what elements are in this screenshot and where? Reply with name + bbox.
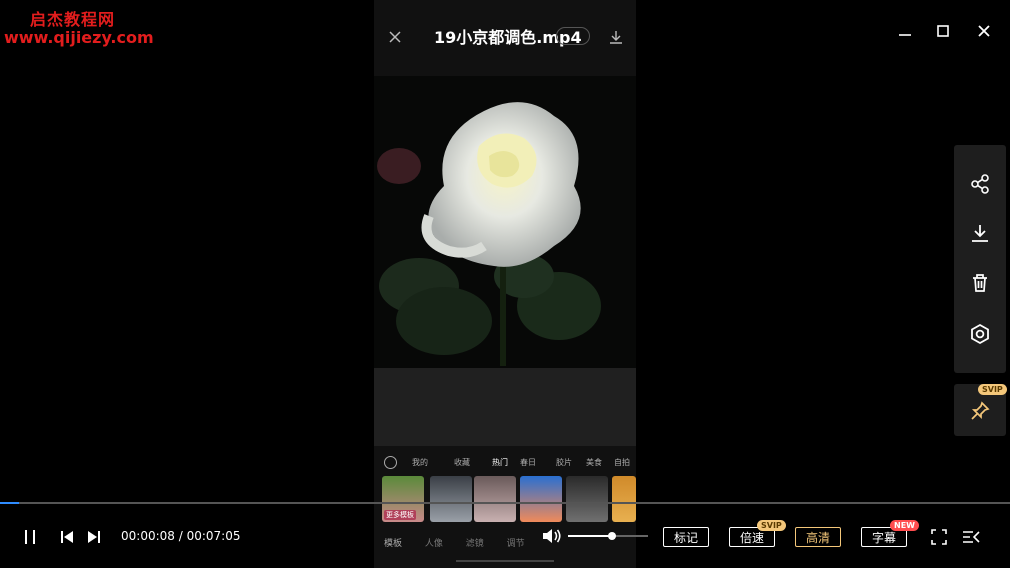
- mark-button[interactable]: 标记: [663, 527, 709, 547]
- volume-knob[interactable]: [608, 532, 616, 540]
- download-icon[interactable]: [954, 209, 1006, 257]
- volume-fill: [568, 535, 612, 537]
- title-pill: [556, 27, 590, 45]
- more-templates-label: 更多模板: [384, 510, 416, 520]
- video-image: [374, 76, 636, 368]
- filter-thumb[interactable]: [430, 476, 472, 522]
- filter-panel: 我的 收藏 热门 春日 胶片 美食 自拍 更多模板 模板 人像 滤镜 调节: [374, 446, 636, 568]
- bottom-tab[interactable]: 滤镜: [466, 536, 504, 549]
- home-indicator: [456, 560, 554, 562]
- filter-tab[interactable]: 热门: [492, 457, 520, 468]
- quality-button[interactable]: 高清: [795, 527, 841, 547]
- filter-tab[interactable]: 收藏: [454, 457, 492, 468]
- hexagon-icon[interactable]: [954, 310, 1006, 358]
- filter-tab[interactable]: 我的: [412, 457, 454, 468]
- filter-tab[interactable]: 自拍: [614, 457, 634, 468]
- close-icon[interactable]: [973, 20, 995, 42]
- filter-thumb[interactable]: [566, 476, 608, 522]
- bottom-tabs: 模板 人像 滤镜 调节: [384, 536, 545, 549]
- minimize-icon[interactable]: [894, 20, 916, 42]
- next-icon[interactable]: [83, 526, 105, 548]
- subtitle-new-badge: NEW: [890, 520, 919, 531]
- previous-icon[interactable]: [56, 526, 78, 548]
- bottom-tab[interactable]: 人像: [425, 536, 463, 549]
- video-frame: 我的 收藏 热门 春日 胶片 美食 自拍 更多模板 模板 人像 滤镜 调节: [374, 0, 636, 568]
- volume-slider[interactable]: [568, 532, 648, 540]
- playlist-icon[interactable]: [960, 526, 982, 548]
- watermark-url: www.qijiezy.com: [4, 28, 154, 47]
- filter-thumb[interactable]: 更多模板: [382, 476, 424, 522]
- fullscreen-icon[interactable]: [928, 526, 950, 548]
- speed-svip-badge: SVIP: [757, 520, 786, 531]
- pause-icon[interactable]: [19, 526, 41, 548]
- none-icon: [384, 456, 397, 469]
- filter-tab[interactable]: 春日: [520, 457, 556, 468]
- volume-icon[interactable]: [540, 525, 564, 547]
- pin-svip-badge: SVIP: [978, 384, 1007, 395]
- phone-gray-area: [374, 368, 636, 446]
- filter-tab[interactable]: 美食: [586, 457, 614, 468]
- trash-icon[interactable]: [954, 259, 1006, 307]
- filter-thumb[interactable]: [612, 476, 636, 522]
- close-player-icon[interactable]: [384, 26, 406, 48]
- progress-bar[interactable]: [0, 502, 1010, 504]
- download-small-icon[interactable]: [605, 26, 627, 48]
- filter-thumb[interactable]: [474, 476, 516, 522]
- rose-image: [374, 76, 636, 368]
- progress-fill: [0, 502, 20, 504]
- total-time: 00:07:05: [186, 529, 241, 543]
- filter-tab[interactable]: 胶片: [556, 457, 586, 468]
- filter-thumb[interactable]: [520, 476, 562, 522]
- watermark-title: 启杰教程网: [30, 10, 116, 29]
- maximize-icon[interactable]: [932, 20, 954, 42]
- filter-tabs: 我的 收藏 热门 春日 胶片 美食 自拍: [412, 457, 634, 468]
- share-icon[interactable]: [954, 160, 1006, 208]
- time-display: 00:00:08 / 00:07:05: [121, 529, 241, 543]
- time-separator: /: [178, 529, 187, 543]
- current-time: 00:00:08: [121, 529, 175, 543]
- side-toolbar: [954, 145, 1006, 373]
- bottom-tab[interactable]: 调节: [507, 536, 545, 549]
- bottom-tab[interactable]: 模板: [384, 536, 422, 549]
